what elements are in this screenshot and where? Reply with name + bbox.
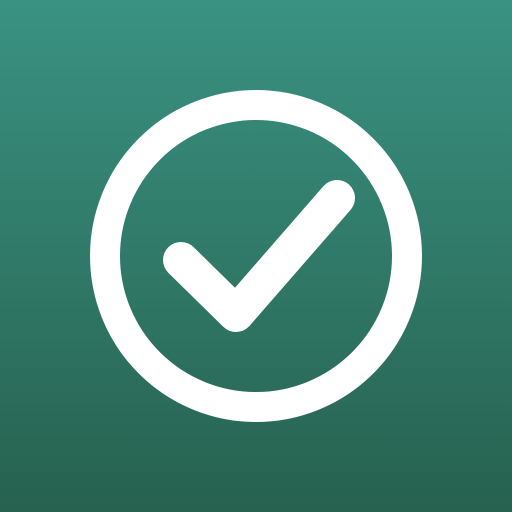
app-icon [0, 0, 512, 512]
circle-outline [90, 90, 422, 422]
check-circle-icon [90, 90, 422, 422]
checkmark-icon [163, 180, 355, 332]
